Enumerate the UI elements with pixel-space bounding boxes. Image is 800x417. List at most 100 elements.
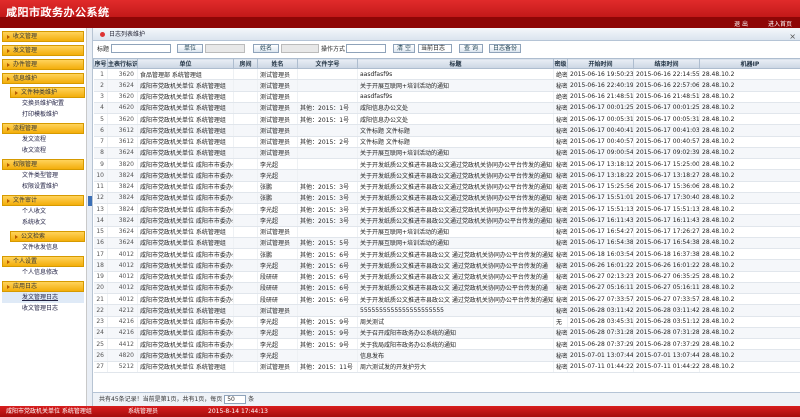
table-row[interactable]: 6 3612 咸阳市党政机关单位 系统管理组 测试管理员 文件标题 文件标题 秘密 2015… bbox=[93, 124, 800, 137]
table-cell: 2015-06-28 03:51:12 bbox=[633, 316, 700, 328]
sidebar-group-header[interactable]: 收文管理 bbox=[2, 31, 84, 42]
table-row[interactable]: 5 3620 咸阳市党政机关单位 系统管理组 测试管理员 其他：2015：1号 咸阳信息办… bbox=[93, 113, 800, 126]
log-type-select[interactable]: 当前日志 bbox=[418, 44, 452, 53]
table-row[interactable]: 1 3620 食品管理部 系统管理组 测试管理员 aasdfasf9s 绝密 2015-06… bbox=[93, 68, 800, 81]
sidebar-group-header[interactable]: 办件管理 bbox=[2, 59, 84, 70]
collapse-handle[interactable] bbox=[88, 196, 92, 206]
record-icon bbox=[100, 32, 105, 37]
table-cell: 28.48.10.2 bbox=[699, 147, 800, 160]
table-row[interactable]: 4 4620 咸阳市党政机关单位 系统管理组 测试管理员 其他：2015：1号 咸阳信息办… bbox=[93, 102, 800, 115]
table-cell: 关于开发纸质公文推进市县政公文通过党政机关协同办公平台传发的通知 bbox=[357, 169, 554, 182]
sidebar-item[interactable]: 系统收文 bbox=[2, 217, 84, 228]
column-header[interactable]: 文件字号 bbox=[297, 58, 358, 69]
table-cell: 3624 bbox=[107, 147, 138, 160]
table-row[interactable]: 184012咸阳市党政机关单位 咸阳市市委办公室 李光超其他：2015：6号关于开… bbox=[93, 259, 800, 272]
table-row[interactable]: 264820咸阳市党政机关单位 咸阳市市委办公室李光超信息发布秘密2015-07… bbox=[93, 349, 800, 362]
per-page-select[interactable]: 50 bbox=[224, 395, 247, 404]
sidebar-item[interactable]: 收文流程 bbox=[2, 145, 84, 156]
sidebar-item[interactable]: 收文管理日志 bbox=[2, 303, 84, 314]
sidebar-group-header[interactable]: 个人设置 bbox=[2, 256, 84, 267]
column-header[interactable]: 结束时间 bbox=[633, 58, 700, 69]
sidebar-group-label: 权限管理 bbox=[13, 161, 38, 168]
sidebar-group-header[interactable]: 权限管理 bbox=[2, 159, 84, 170]
sidebar-group-header[interactable]: 发文管理 bbox=[2, 45, 84, 56]
sidebar-item[interactable]: 发文流程 bbox=[2, 134, 84, 145]
table-row[interactable]: 22 4212 咸阳市党政机关单位 系统管理组 测试管理员 55555555555555… bbox=[93, 304, 800, 317]
op-input[interactable] bbox=[346, 44, 386, 53]
sidebar-item[interactable]: 交换员维护配置 bbox=[2, 98, 84, 109]
table-row[interactable]: 93820咸阳市党政机关单位 咸阳市市委办公室 李光超 关于开发纸质公文推进市县政公… bbox=[93, 158, 800, 171]
column-header[interactable]: 开始时间 bbox=[567, 58, 634, 69]
table-cell: 28.48.10.2 bbox=[699, 113, 800, 126]
table-cell bbox=[233, 181, 258, 193]
table-row[interactable]: 3 3620 咸阳市党政机关单位 系统管理组 测试管理员 aasdfasf9s 绝密 201… bbox=[93, 91, 800, 103]
sidebar-group-header[interactable]: 公文检索 bbox=[10, 231, 85, 242]
table-row[interactable]: 234216咸阳市党政机关单位 咸阳市市委办公室 李光超其他：2015：9号周关测… bbox=[93, 316, 800, 328]
table-cell: 2015-06-16 21:48:51 bbox=[567, 91, 634, 103]
table-row[interactable]: 27 5212 咸阳市党政机关单位 系统管理组 测试管理员 其他：2015：11号 周六测… bbox=[93, 361, 800, 373]
table-row[interactable]: 15 3624 咸阳市党政机关单位 系统管理组 测试管理员 关于开展互联网+培训活动的通… bbox=[93, 226, 800, 238]
table-row[interactable]: 16 3624 咸阳市党政机关单位 系统管理组 测试管理员 其他：2015：5号 关于开展… bbox=[93, 237, 800, 250]
column-header[interactable]: 单位 bbox=[137, 58, 234, 69]
table-row[interactable]: 123824咸阳市党政机关单位 咸阳市市委办公室 张鹏其他：2015：3号关于开发… bbox=[93, 192, 800, 205]
footer-user: 系统管理员 bbox=[128, 408, 159, 415]
table-cell: 关于开发纸质公文推进市县政公文 通过党政机关协同办公平台传发的通 bbox=[357, 271, 554, 283]
table-cell: 15 bbox=[93, 226, 108, 238]
column-header[interactable]: 房间 bbox=[233, 58, 258, 69]
table-cell: 2015-07-11 01:44:22 bbox=[633, 361, 700, 373]
unit-button[interactable]: 单位 bbox=[177, 44, 203, 53]
sidebar-item[interactable]: 打印模板维护 bbox=[2, 109, 84, 120]
table-row[interactable]: 8 3624 咸阳市党政机关单位 系统管理组 测试管理员 关于开展互联网+培训活动的通知… bbox=[93, 147, 800, 160]
sidebar-item[interactable]: 发文管理日志 bbox=[2, 292, 84, 303]
column-header[interactable]: 主表行标识 bbox=[107, 58, 138, 69]
column-header[interactable]: 序号 bbox=[93, 58, 108, 69]
name-field[interactable] bbox=[281, 44, 319, 53]
search-button[interactable]: 查 询 bbox=[459, 44, 483, 53]
table-row[interactable]: 7 3612 咸阳市党政机关单位 系统管理组 测试管理员 其他：2015：2号 文件标题 … bbox=[93, 136, 800, 148]
table-row[interactable]: 2 3624 咸阳市党政机关单位 系统管理组 测试管理员 关于开展互联网+培训活动的通知… bbox=[93, 79, 800, 92]
table-cell: 李光超 bbox=[257, 214, 298, 227]
column-header[interactable]: 密级 bbox=[553, 58, 568, 69]
sidebar-item[interactable]: 个人收文 bbox=[2, 206, 84, 217]
backup-button[interactable]: 日志备份 bbox=[489, 44, 521, 53]
sidebar-item[interactable]: 个人信息修改 bbox=[2, 267, 84, 278]
table-row[interactable]: 113824咸阳市党政机关单位 咸阳市市委办公室 张鹏其他：2015：3号关于开发… bbox=[93, 181, 800, 193]
table-row[interactable]: 244216咸阳市党政机关单位 咸阳市市委办公室 李光超其他：2015：9号关于召… bbox=[93, 327, 800, 340]
sidebar-group-header[interactable]: 文件种类维护 bbox=[10, 87, 85, 98]
table-cell: 28.48.10.2 bbox=[699, 338, 800, 351]
table-row[interactable]: 174012咸阳市党政机关单位 咸阳市市委办公室 张鹏其他：2015：6号关于开发… bbox=[93, 248, 800, 261]
table-cell: 李光超 bbox=[257, 259, 298, 272]
expand-arrow-icon bbox=[7, 162, 10, 167]
sidebar-item[interactable]: 文件类型管理 bbox=[2, 170, 84, 181]
table-row[interactable]: 133824咸阳市党政机关单位 咸阳市市委办公室 李光超其他：2015：3号关于开… bbox=[93, 203, 800, 216]
table-row[interactable]: 194012咸阳市党政机关单位 咸阳市市委办公室 段研研其他：2015：6号关于开… bbox=[93, 271, 800, 283]
sidebar-group-header[interactable]: 文件审计 bbox=[2, 195, 84, 206]
sidebar-group-header[interactable]: 应用日志 bbox=[2, 281, 84, 292]
table-cell: 其他：2015：3号 bbox=[297, 192, 358, 205]
table-cell: 1 bbox=[93, 68, 108, 81]
table-cell bbox=[233, 136, 258, 148]
sidebar-item[interactable]: 文件收发信息 bbox=[2, 242, 84, 253]
table-cell: 2015-06-17 00:01:25 bbox=[633, 102, 700, 115]
sidebar-item[interactable]: 权限设置维护 bbox=[2, 181, 84, 192]
clear-button[interactable]: 清 空 bbox=[393, 44, 415, 53]
title-input[interactable] bbox=[111, 44, 171, 53]
column-header[interactable]: 姓名 bbox=[257, 58, 298, 69]
table-cell: 28.48.10.2 bbox=[699, 316, 800, 328]
sidebar-group-header[interactable]: 信息维护 bbox=[2, 73, 84, 84]
table-row[interactable]: 214012咸阳市党政机关单位 咸阳市市委办公室 段研研其他：2015：6号关于开… bbox=[93, 293, 800, 306]
unit-field[interactable] bbox=[205, 44, 245, 53]
column-header[interactable]: 标题 bbox=[357, 58, 554, 69]
home-link[interactable]: 进入首页 bbox=[768, 21, 792, 28]
table-row[interactable]: 254412咸阳市党政机关单位 咸阳市市委办公室 李光超其他：2015：9号关于我… bbox=[93, 338, 800, 351]
expand-arrow-icon bbox=[7, 48, 10, 53]
table-row[interactable]: 204012咸阳市党政机关单位 咸阳市市委办公室 段研研其他：2015：6号关于开… bbox=[93, 282, 800, 295]
table-row[interactable]: 103824咸阳市党政机关单位 咸阳市市委办公室 李光超 关于开发纸质公文推进市县政… bbox=[93, 169, 800, 182]
column-header[interactable]: 机器IP bbox=[699, 58, 800, 69]
sidebar-group-header[interactable]: 流程管理 bbox=[2, 123, 84, 134]
name-button[interactable]: 姓名 bbox=[253, 44, 279, 53]
table-cell: 3820 bbox=[107, 158, 138, 171]
table-cell: 4012 bbox=[107, 293, 138, 306]
table-row[interactable]: 143824咸阳市党政机关单位 咸阳市市委办公室 李光超其他：2015：3号关于开… bbox=[93, 214, 800, 227]
logout-link[interactable]: 退 出 bbox=[734, 21, 748, 28]
